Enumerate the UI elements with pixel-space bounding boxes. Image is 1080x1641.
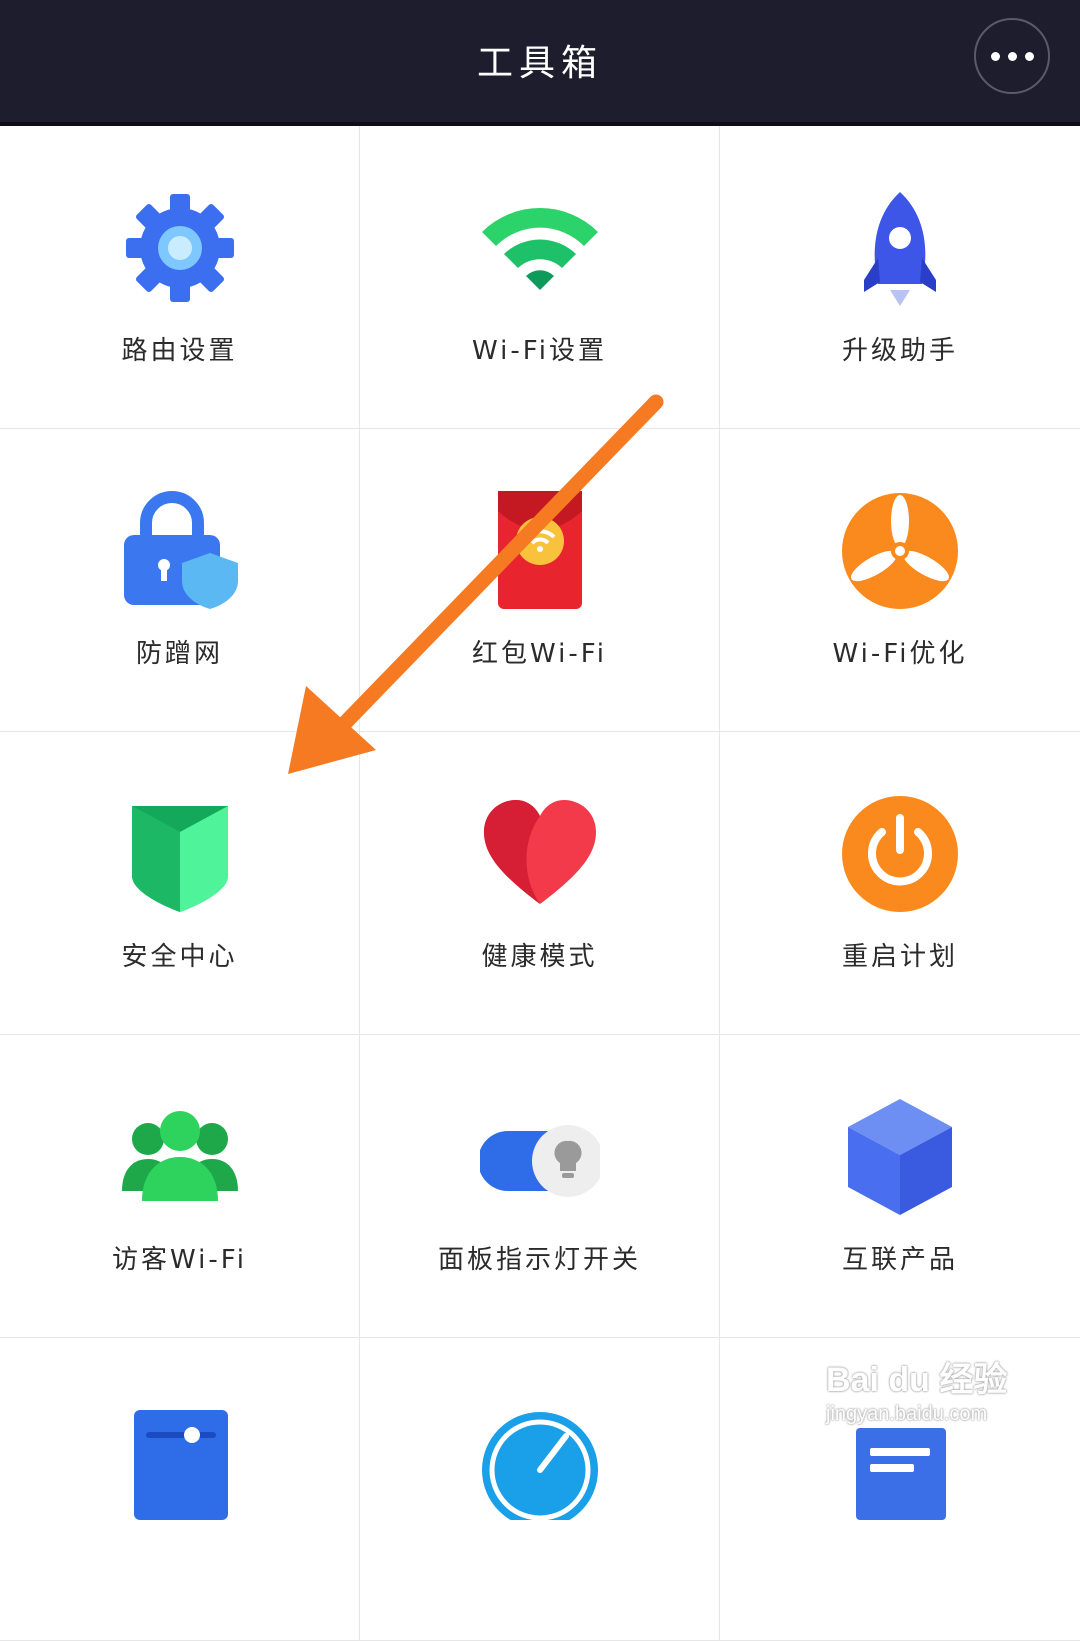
tool-health-mode[interactable]: 健康模式 xyxy=(360,732,720,1035)
watermark-brand: Bai du 经验 xyxy=(826,1361,1008,1399)
gear-icon xyxy=(120,188,240,308)
power-icon xyxy=(840,794,960,914)
tool-label: Wi-Fi设置 xyxy=(471,336,608,366)
tool-wifi-optimize[interactable]: Wi-Fi优化 xyxy=(720,429,1080,732)
tool-label: 防蹭网 xyxy=(135,639,223,669)
ellipsis-icon xyxy=(990,51,1000,61)
tool-slider-panel[interactable] xyxy=(0,1338,360,1641)
wifi-icon xyxy=(480,188,600,308)
red-envelope-icon xyxy=(480,491,600,611)
tool-label: 安全中心 xyxy=(121,942,238,972)
lock-shield-icon xyxy=(120,491,240,611)
tool-router-settings[interactable]: 路由设置 xyxy=(0,126,360,429)
tool-label: 重启计划 xyxy=(841,942,958,972)
tool-label: 互联产品 xyxy=(841,1245,958,1275)
tool-anti-freeload[interactable]: 防蹭网 xyxy=(0,429,360,732)
tool-security-center[interactable]: 安全中心 xyxy=(0,732,360,1035)
app-header: 工具箱 xyxy=(0,0,1080,126)
tool-connected-products[interactable]: 互联产品 xyxy=(720,1035,1080,1338)
fan-icon xyxy=(840,491,960,611)
tool-label: 路由设置 xyxy=(121,336,238,366)
tool-guest-wifi[interactable]: 访客Wi-Fi xyxy=(0,1035,360,1338)
tool-label: 升级助手 xyxy=(841,336,958,366)
rocket-icon xyxy=(840,188,960,308)
tool-label: 访客Wi-Fi xyxy=(111,1245,248,1275)
tool-label: 健康模式 xyxy=(481,942,598,972)
tool-label: 面板指示灯开关 xyxy=(437,1245,641,1275)
ellipsis-icon-dot xyxy=(1007,51,1017,61)
more-options-button[interactable] xyxy=(974,18,1050,94)
security-shield-icon xyxy=(120,794,240,914)
heart-icon xyxy=(480,794,600,914)
toggle-light-icon xyxy=(480,1097,600,1217)
speedometer-icon xyxy=(480,1400,600,1520)
watermark-url: jingyan.baidu.com xyxy=(826,1403,988,1425)
tool-wifi-settings[interactable]: Wi-Fi设置 xyxy=(360,126,720,429)
tool-upgrade-assistant[interactable]: 升级助手 xyxy=(720,126,1080,429)
tool-red-envelope-wifi[interactable]: 红包Wi-Fi xyxy=(360,429,720,732)
tool-label: Wi-Fi优化 xyxy=(832,639,968,669)
tool-speed-test[interactable] xyxy=(360,1338,720,1641)
ellipsis-icon-dot xyxy=(1024,51,1034,61)
slider-panel-icon xyxy=(120,1400,240,1520)
watermark: Bai du 经验 jingyan.baidu.com xyxy=(826,1352,1026,1442)
tool-reboot-schedule[interactable]: 重启计划 xyxy=(720,732,1080,1035)
guests-icon xyxy=(120,1097,240,1217)
tool-label: 红包Wi-Fi xyxy=(471,639,608,669)
tool-panel-light-switch[interactable]: 面板指示灯开关 xyxy=(360,1035,720,1338)
page-title: 工具箱 xyxy=(476,43,603,84)
cube-icon xyxy=(840,1097,960,1217)
